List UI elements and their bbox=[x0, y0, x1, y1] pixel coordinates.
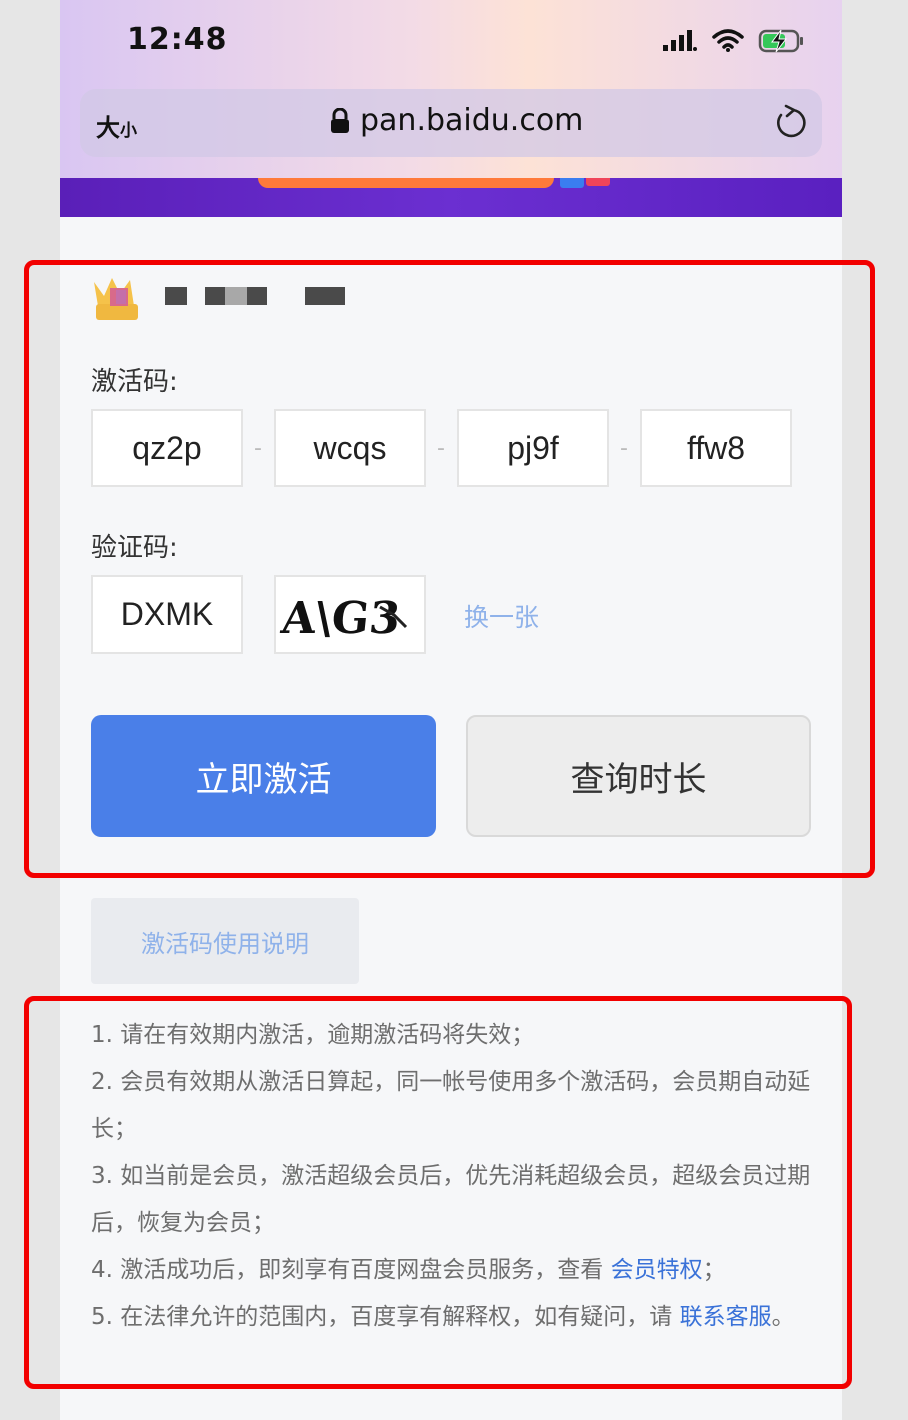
url-display[interactable]: pan.baidu.com bbox=[330, 103, 583, 138]
code-separator: - bbox=[437, 436, 445, 461]
reload-icon[interactable] bbox=[773, 104, 807, 142]
query-duration-button[interactable]: 查询时长 bbox=[466, 715, 811, 837]
url-text: pan.baidu.com bbox=[360, 103, 584, 138]
note-item: 2. 会员有效期从激活日算起，同一帐号使用多个激活码，会员期自动延长； bbox=[91, 1069, 811, 1142]
username-redacted bbox=[225, 287, 247, 305]
contact-support-link[interactable]: 联系客服 bbox=[680, 1304, 772, 1330]
note-text: 4. 激活成功后，即刻享有百度网盘会员服务，查看 bbox=[91, 1257, 611, 1283]
captcha-label: 验证码: bbox=[91, 533, 178, 563]
note-item: 3. 如当前是会员，激活超级会员后，优先消耗超级会员，超级会员过期后，恢复为会员… bbox=[91, 1163, 811, 1236]
code-separator: - bbox=[620, 436, 628, 461]
note-item: 4. 激活成功后，即刻享有百度网盘会员服务，查看 会员特权； bbox=[91, 1247, 811, 1294]
username-redacted bbox=[305, 287, 345, 305]
note-item: 5. 在法律允许的范围内，百度享有解释权，如有疑问，请 联系客服。 bbox=[91, 1294, 811, 1341]
captcha-image[interactable]: A\G3 bbox=[274, 575, 426, 654]
instructions-button[interactable]: 激活码使用说明 bbox=[91, 898, 359, 984]
captcha-input[interactable]: DXMK bbox=[91, 575, 243, 654]
activation-code-field-3[interactable]: pj9f bbox=[457, 409, 609, 487]
activation-code-field-2[interactable]: wcqs bbox=[274, 409, 426, 487]
lock-icon bbox=[331, 107, 349, 133]
notes-list: 1. 请在有效期内激活，逾期激活码将失效； 2. 会员有效期从激活日算起，同一帐… bbox=[91, 1012, 811, 1341]
activate-button[interactable]: 立即激活 bbox=[91, 715, 436, 837]
member-privileges-link[interactable]: 会员特权 bbox=[611, 1257, 703, 1283]
captcha-image-text: A\G3 bbox=[278, 593, 403, 644]
wifi-icon bbox=[712, 29, 744, 52]
note-text: 5. 在法律允许的范围内，百度享有解释权，如有疑问，请 bbox=[91, 1304, 680, 1330]
banner-orange-button bbox=[258, 178, 554, 188]
banner-decoration bbox=[586, 178, 610, 186]
banner-decoration bbox=[560, 178, 584, 188]
username-redacted bbox=[165, 287, 187, 305]
note-end: ； bbox=[702, 1257, 726, 1283]
refresh-captcha-link[interactable]: 换一张 bbox=[464, 598, 539, 634]
activation-code-field-4[interactable]: ffw8 bbox=[640, 409, 792, 487]
activation-code-label: 激活码: bbox=[91, 367, 178, 397]
activation-code-field-1[interactable]: qz2p bbox=[91, 409, 243, 487]
username-redacted bbox=[205, 287, 225, 305]
note-end: 。 bbox=[771, 1304, 795, 1330]
header-banner bbox=[60, 178, 842, 217]
vip-crown-icon bbox=[94, 278, 138, 320]
signal-icon bbox=[663, 30, 697, 51]
note-item: 1. 请在有效期内激活，逾期激活码将失效； bbox=[91, 1022, 535, 1048]
status-time: 12:48 bbox=[127, 22, 228, 57]
captcha-glyphs: A\G3 bbox=[278, 593, 408, 644]
status-icons bbox=[662, 27, 806, 55]
battery-charging-icon bbox=[758, 29, 803, 53]
text-size-button[interactable]: 大小 bbox=[96, 108, 137, 143]
code-separator: - bbox=[254, 436, 262, 461]
username-redacted bbox=[247, 287, 267, 305]
